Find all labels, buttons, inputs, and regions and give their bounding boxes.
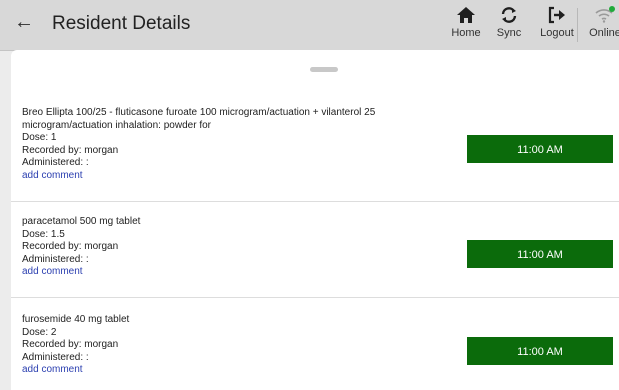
medication-recorded-by: Recorded by: morgan <box>22 241 119 252</box>
sync-label: Sync <box>496 27 522 39</box>
medication-sheet: Breo Ellipta 100/25 - fluticasone furoat… <box>11 50 619 390</box>
logout-button[interactable]: Logout <box>532 4 582 44</box>
medication-recorded-by: Recorded by: morgan <box>22 339 119 350</box>
medication-dose: Dose: 1 <box>22 132 57 143</box>
sync-button[interactable]: Sync <box>484 4 534 44</box>
home-icon <box>457 7 475 23</box>
arrow-left-icon: ← <box>14 11 34 33</box>
add-comment-link[interactable]: add comment <box>22 170 442 183</box>
medication-item: Breo Ellipta 100/25 - fluticasone furoat… <box>11 102 619 202</box>
medication-administered: Administered: : <box>22 253 89 265</box>
medication-dose: Dose: 2 <box>22 326 57 338</box>
add-comment-link[interactable]: add comment <box>22 364 442 377</box>
administer-time-button[interactable]: 11:00 AM <box>467 337 613 365</box>
medication-item: furosemide 40 mg tablet Dose: 2 Recorded… <box>11 298 619 390</box>
back-button[interactable]: ← <box>14 10 34 34</box>
medication-name: furosemide 40 mg tablet <box>22 314 130 325</box>
wifi-icon <box>595 6 615 23</box>
medication-name: Breo Ellipta 100/25 - fluticasone furoat… <box>22 107 376 131</box>
medication-name: paracetamol 500 mg tablet <box>22 216 141 227</box>
medication-details: furosemide 40 mg tablet Dose: 2 Recorded… <box>22 314 442 377</box>
online-status[interactable]: Online <box>583 4 619 44</box>
medication-recorded-by: Recorded by: morgan <box>22 144 119 156</box>
medication-administered: Administered: : <box>22 157 89 168</box>
app-header: ← Resident Details Home Sync Logout Onli… <box>0 0 619 51</box>
sync-icon <box>501 7 517 23</box>
page-title: Resident Details <box>52 13 191 34</box>
add-comment-link[interactable]: add comment <box>22 266 442 279</box>
medication-details: Breo Ellipta 100/25 - fluticasone furoat… <box>22 107 442 182</box>
medication-item: paracetamol 500 mg tablet Dose: 1.5 Reco… <box>11 202 619 298</box>
logout-icon <box>548 6 565 24</box>
administer-time-button[interactable]: 11:00 AM <box>467 240 613 268</box>
logout-label: Logout <box>540 27 574 39</box>
nav-divider <box>577 8 578 42</box>
medication-administered: Administered: : <box>22 351 89 363</box>
medication-dose: Dose: 1.5 <box>22 228 65 240</box>
administer-time-button[interactable]: 11:00 AM <box>467 135 613 163</box>
medication-details: paracetamol 500 mg tablet Dose: 1.5 Reco… <box>22 216 442 279</box>
drag-handle[interactable] <box>310 67 338 72</box>
online-label: Online <box>589 27 619 39</box>
